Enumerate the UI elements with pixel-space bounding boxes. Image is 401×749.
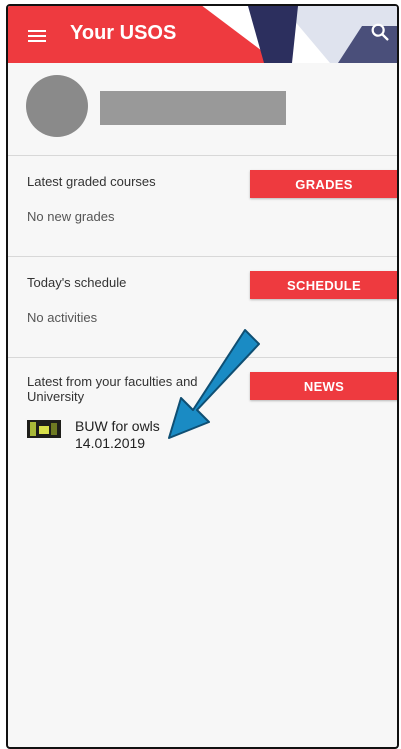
search-icon[interactable] [369, 21, 391, 43]
profile-header [8, 63, 397, 156]
hamburger-menu-icon[interactable] [28, 30, 46, 42]
news-item-text: BUW for owls 14.01.2019 [75, 418, 160, 452]
news-item-date: 14.01.2019 [75, 435, 146, 451]
news-button[interactable]: NEWS [250, 372, 397, 400]
grades-section: Latest graded courses GRADES No new grad… [8, 156, 397, 257]
phone-frame: Your USOS Latest graded courses GRADES N… [6, 4, 399, 749]
avatar[interactable] [26, 75, 88, 137]
news-section-title: Latest from your faculties and Universit… [27, 374, 198, 404]
grades-button[interactable]: GRADES [250, 170, 397, 198]
news-list-item[interactable]: BUW for owls 14.01.2019 [27, 418, 397, 452]
app-bar: Your USOS [8, 6, 397, 63]
grades-empty-text: No new grades [27, 209, 115, 224]
user-name-redacted [100, 91, 286, 125]
news-thumbnail [27, 420, 61, 438]
schedule-button[interactable]: SCHEDULE [250, 271, 397, 299]
schedule-empty-text: No activities [27, 310, 98, 325]
news-item-title: BUW for owls [75, 418, 160, 434]
app-title: Your USOS [70, 22, 177, 44]
schedule-section: Today's schedule SCHEDULE No activities [8, 257, 397, 358]
news-section: Latest from your faculties and Universit… [8, 358, 397, 472]
schedule-section-title: Today's schedule [27, 275, 127, 290]
grades-section-title: Latest graded courses [27, 174, 156, 189]
